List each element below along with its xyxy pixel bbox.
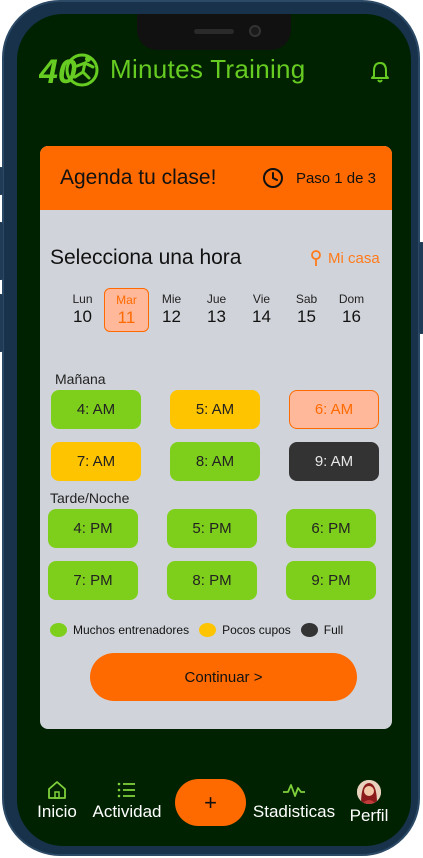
mute-switch: [0, 167, 3, 195]
nav-label: Stadisticas: [252, 802, 336, 821]
dark-dot-icon: [300, 623, 318, 637]
select-hour-title: Selecciona una hora: [50, 246, 242, 269]
time-slot-5pm[interactable]: 5: PM: [167, 509, 257, 548]
day-name: Sab: [295, 292, 318, 306]
day-number: 11: [117, 308, 136, 327]
day-number: 15: [297, 307, 316, 326]
add-button[interactable]: +: [175, 779, 246, 826]
booking-card: Agenda tu clase! Paso 1 de 3 Selecciona …: [40, 146, 392, 729]
day-number: 16: [342, 307, 361, 326]
morning-section-label: Mañana: [55, 371, 106, 387]
nav-actividad[interactable]: Actividad: [86, 780, 168, 822]
time-slot-4am[interactable]: 4: AM: [51, 390, 141, 429]
location-pin-icon: [311, 250, 321, 266]
notch: [137, 14, 291, 50]
nav-label: Inicio: [37, 802, 77, 821]
day-name: Dom: [338, 292, 365, 306]
volume-down-button: [0, 294, 3, 352]
time-slot-7am[interactable]: 7: AM: [51, 442, 141, 481]
nav-estadisticas[interactable]: Stadisticas: [246, 780, 342, 822]
card-title: Agenda tu clase!: [60, 166, 217, 189]
legend-item: Full: [300, 623, 344, 637]
app-title: Minutes Training: [110, 54, 306, 84]
legend-label: Muchos entrenadores: [73, 623, 190, 637]
avatar: [357, 780, 381, 804]
day-name: Mie: [161, 292, 182, 306]
day-number: 10: [73, 307, 92, 326]
time-slot-8am[interactable]: 8: AM: [170, 442, 260, 481]
day-lun[interactable]: Lun 10: [60, 288, 105, 332]
profile-avatar-icon: [357, 780, 381, 804]
day-selector: Lun 10 Mar 11 Mie 12 Jue 13 Vie 14 Sab 1…: [60, 288, 380, 334]
nav-inicio[interactable]: Inicio: [33, 780, 81, 822]
continue-button[interactable]: Continuar >: [90, 653, 357, 701]
day-number: 13: [207, 307, 226, 326]
phone-frame: 40 Minutes Training Agenda tu clase! Pas…: [0, 0, 423, 856]
app-logo-icon: 40: [39, 53, 99, 90]
day-number: 14: [252, 307, 271, 326]
yellow-dot-icon: [199, 623, 217, 637]
step-indicator: Paso 1 de 3: [295, 169, 376, 187]
availability-legend: Muchos entrenadores Pocos cupos Full: [50, 623, 353, 637]
power-button: [419, 242, 423, 334]
nav-perfil[interactable]: Perfil: [345, 780, 393, 826]
day-name: Lun: [72, 292, 93, 306]
card-header: Agenda tu clase! Paso 1 de 3: [40, 146, 392, 210]
camera: [249, 25, 261, 37]
day-name: Jue: [206, 292, 227, 306]
nav-label: Actividad: [92, 802, 162, 821]
time-slot-6am-selected[interactable]: 6: AM: [289, 390, 379, 429]
app-screen: 40 Minutes Training Agenda tu clase! Pas…: [17, 14, 411, 846]
legend-item: Muchos entrenadores: [50, 623, 189, 637]
clock-icon: [262, 168, 283, 188]
list-icon: [117, 782, 135, 798]
day-vie[interactable]: Vie 14: [239, 288, 284, 332]
evening-section-label: Tarde/Noche: [50, 490, 130, 506]
volume-up-button: [0, 222, 3, 280]
location-label: Mi casa: [328, 250, 380, 267]
bell-icon[interactable]: [369, 60, 391, 84]
time-slot-6pm[interactable]: 6: PM: [286, 509, 376, 548]
location-link[interactable]: Mi casa: [310, 250, 380, 267]
legend-label: Full: [323, 623, 344, 637]
legend-item: Pocos cupos: [199, 623, 291, 637]
nav-label: Perfil: [349, 806, 389, 825]
stats-pulse-icon: [283, 784, 305, 797]
time-slot-4pm[interactable]: 4: PM: [48, 509, 138, 548]
day-number: 12: [162, 307, 181, 326]
time-slot-7pm[interactable]: 7: PM: [48, 561, 138, 600]
day-jue[interactable]: Jue 13: [194, 288, 239, 332]
time-slot-8pm[interactable]: 8: PM: [167, 561, 257, 600]
day-mar-selected[interactable]: Mar 11: [104, 288, 149, 332]
day-name: Vie: [252, 292, 271, 306]
day-name: Mar: [116, 293, 137, 307]
time-slot-9pm[interactable]: 9: PM: [286, 561, 376, 600]
time-slot-9am[interactable]: 9: AM: [289, 442, 379, 481]
legend-label: Pocos cupos: [222, 623, 291, 637]
day-dom[interactable]: Dom 16: [329, 288, 374, 332]
home-icon: [48, 781, 66, 799]
time-slot-5am[interactable]: 5: AM: [170, 390, 260, 429]
green-dot-icon: [50, 623, 67, 637]
speaker: [194, 29, 234, 34]
day-mie[interactable]: Mie 12: [149, 288, 194, 332]
day-sab[interactable]: Sab 15: [284, 288, 329, 332]
